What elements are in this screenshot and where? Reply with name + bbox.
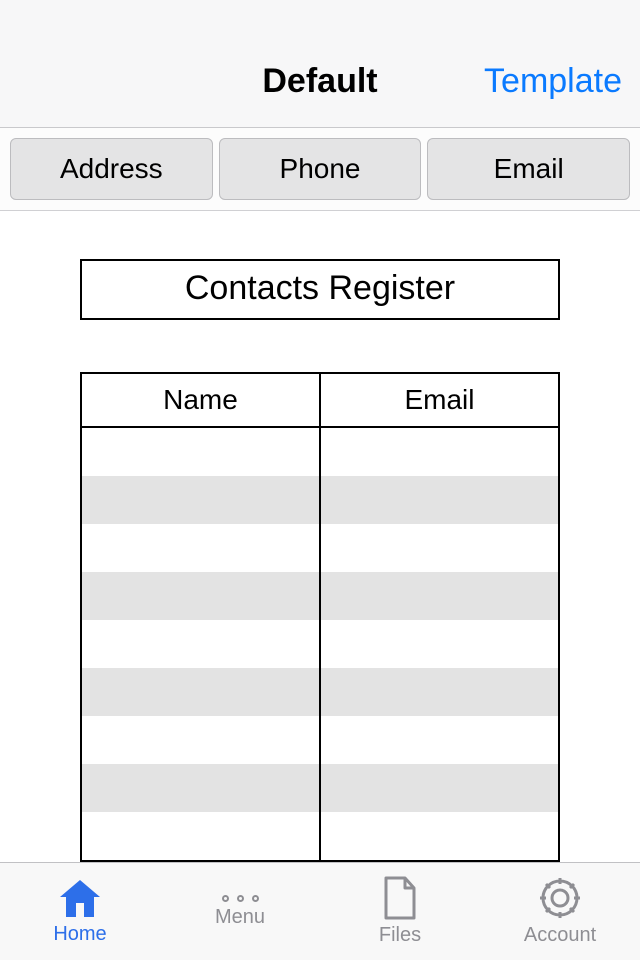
tab-email[interactable]: Email (427, 138, 630, 200)
tabbar-label: Account (524, 924, 596, 947)
contacts-table: Name Email (80, 372, 560, 862)
tab-address[interactable]: Address (10, 138, 213, 200)
table-row[interactable] (82, 812, 558, 860)
tabbar-item-menu[interactable]: Menu (160, 863, 320, 960)
table-row[interactable] (82, 572, 558, 620)
tab-bar: Home Menu Files (0, 862, 640, 960)
table-row[interactable] (82, 524, 558, 572)
tabbar-item-account[interactable]: Account (480, 863, 640, 960)
tabbar-label: Files (379, 924, 421, 947)
template-button[interactable]: Template (484, 62, 622, 101)
table-row[interactable] (82, 428, 558, 476)
table-body (82, 428, 558, 860)
tabbar-item-files[interactable]: Files (320, 863, 480, 960)
table-row[interactable] (82, 668, 558, 716)
table-row[interactable] (82, 476, 558, 524)
gear-icon (538, 876, 582, 920)
table-row[interactable] (82, 716, 558, 764)
tab-phone[interactable]: Phone (219, 138, 422, 200)
table-row[interactable] (82, 764, 558, 812)
menu-icon (222, 895, 259, 902)
column-header-email: Email (319, 374, 558, 426)
tabbar-label: Home (53, 923, 106, 946)
sheet-title: Contacts Register (80, 259, 560, 320)
tabbar-label: Menu (215, 906, 265, 929)
column-header-name: Name (82, 374, 319, 426)
navbar: Default Template (0, 0, 640, 128)
view-tabs: Address Phone Email (0, 128, 640, 211)
table-row[interactable] (82, 620, 558, 668)
home-icon (56, 877, 104, 919)
file-icon (383, 876, 417, 920)
tabbar-item-home[interactable]: Home (0, 863, 160, 960)
content-area: Contacts Register Name Email (0, 211, 640, 862)
table-header: Name Email (82, 374, 558, 428)
